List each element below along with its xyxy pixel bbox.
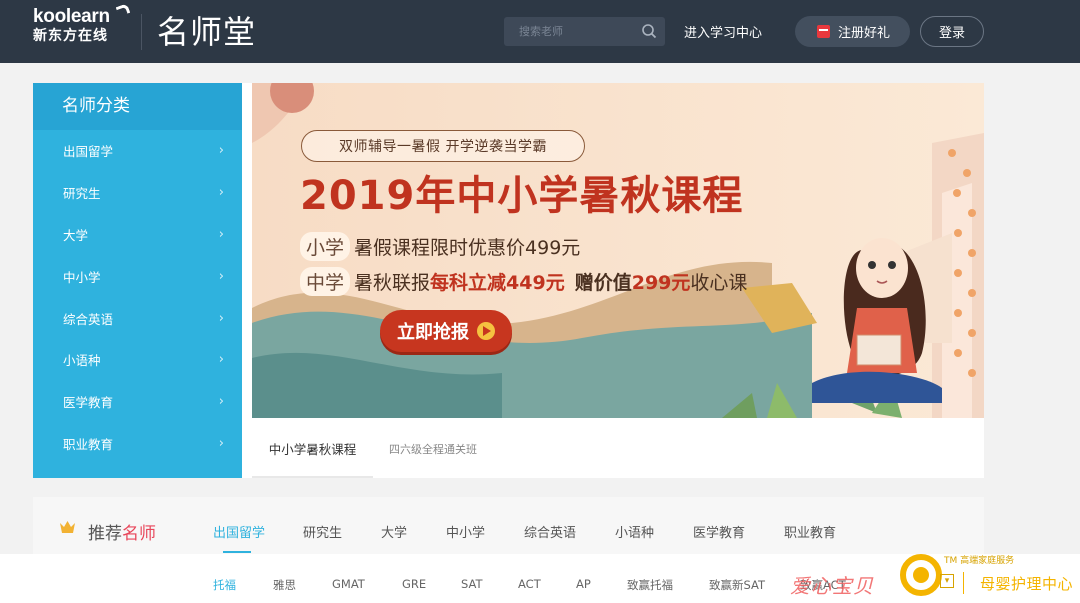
- tab-english[interactable]: 综合英语: [524, 522, 576, 541]
- promo-tag-secondary: 中学: [300, 267, 351, 296]
- login-button[interactable]: 登录: [920, 16, 984, 47]
- sidebar-item-label: 研究生: [63, 186, 101, 202]
- tab-k12[interactable]: 中小学: [446, 522, 485, 541]
- sidebar-item-english[interactable]: 综合英语 ›: [33, 297, 242, 339]
- sidebar-item-label: 医学教育: [63, 395, 114, 411]
- sidebar-item-minor-languages[interactable]: 小语种 ›: [33, 339, 242, 381]
- sidebar-item-label: 中小学: [63, 269, 101, 285]
- search-icon[interactable]: [641, 23, 657, 39]
- promo-text-a: 暑秋联报: [354, 272, 431, 294]
- exam-tab-act[interactable]: ACT: [518, 577, 541, 591]
- promo-text-primary: 暑假课程限时优惠价499元: [354, 237, 581, 259]
- tab-cet-course[interactable]: 四六级全程通关班: [389, 420, 477, 478]
- tab-university[interactable]: 大学: [381, 522, 407, 541]
- sidebar-item-label: 大学: [63, 227, 89, 243]
- crown-icon: [60, 521, 75, 533]
- signup-now-button[interactable]: 立即抢报: [380, 310, 512, 352]
- red-envelope-icon: [817, 25, 830, 38]
- sidebar-item-vocational[interactable]: 职业教育 ›: [33, 423, 242, 465]
- tab-postgraduate[interactable]: 研究生: [303, 522, 342, 541]
- promo-line-secondary: 中学 暑秋联报 每科立减449元 赠价值 299元 收心课: [300, 267, 747, 296]
- koolearn-logo[interactable]: koolearn 新东方在线: [33, 3, 131, 45]
- sidebar-item-label: 出国留学: [63, 144, 114, 160]
- chevron-right-icon: ›: [218, 394, 224, 410]
- promo-text-b: 每科立减449元: [430, 272, 565, 294]
- register-gift-button[interactable]: 注册好礼: [795, 16, 910, 47]
- recommended-teachers-bar: [33, 497, 984, 554]
- exam-tab-sat[interactable]: SAT: [461, 577, 483, 591]
- exam-tab-ap[interactable]: AP: [576, 577, 591, 591]
- promo-tag-primary: 小学: [300, 232, 351, 261]
- sidebar-item-label: 综合英语: [63, 311, 114, 327]
- sidebar-item-medical[interactable]: 医学教育 ›: [33, 381, 242, 423]
- banner-slogan-pill: 双师辅导一暑假 开学逆袭当学霸: [301, 130, 585, 162]
- header-divider: [141, 14, 142, 50]
- chevron-right-icon: ›: [218, 310, 224, 326]
- logo-swoosh-icon: [115, 3, 131, 17]
- search-box: [504, 17, 665, 46]
- exam-tab-gmat[interactable]: GMAT: [332, 577, 365, 591]
- chevron-right-icon: ›: [218, 143, 224, 159]
- promo-banner[interactable]: 双师辅导一暑假 开学逆袭当学霸 2019年中小学暑秋课程 小学 暑假课程限时优惠…: [252, 83, 984, 418]
- watermark-box-icon: ▾: [940, 574, 954, 588]
- chevron-right-icon: ›: [218, 352, 224, 368]
- section-title: 推荐名师: [88, 519, 156, 544]
- tab-vocational[interactable]: 职业教育: [784, 522, 836, 541]
- chevron-right-icon: ›: [218, 185, 224, 201]
- watermark-center-text: 母婴护理中心: [980, 575, 1074, 593]
- promo-line-primary: 小学 暑假课程限时优惠价499元: [300, 232, 580, 261]
- active-tab-underline: [223, 551, 251, 553]
- exam-tab-zhiying-sat[interactable]: 致赢新SAT: [709, 577, 765, 593]
- study-center-link[interactable]: 进入学习中心: [684, 22, 762, 41]
- sidebar-item-university[interactable]: 大学 ›: [33, 214, 242, 256]
- section-title-main: 推荐: [88, 524, 122, 544]
- sidebar-item-k12[interactable]: 中小学 ›: [33, 255, 242, 297]
- chevron-right-icon: ›: [218, 435, 224, 451]
- watermark-text: 爱心宝贝: [790, 574, 874, 598]
- play-icon: [477, 322, 495, 340]
- tab-study-abroad[interactable]: 出国留学: [213, 522, 265, 541]
- sidebar-item-label: 职业教育: [63, 436, 114, 452]
- promo-text-d: 299元: [631, 272, 691, 294]
- chevron-right-icon: ›: [218, 268, 224, 284]
- tab-minor-languages[interactable]: 小语种: [615, 522, 654, 541]
- watermark-tagline: TM 高端家庭服务: [944, 556, 1015, 566]
- top-header: koolearn 新东方在线 名师堂 进入学习中心 注册好礼 登录: [0, 0, 1080, 63]
- register-label: 注册好礼: [838, 26, 891, 41]
- exam-tab-ielts[interactable]: 雅思: [273, 577, 296, 593]
- sidebar-item-label: 小语种: [63, 353, 101, 369]
- watermark-divider: [963, 572, 964, 594]
- exam-tab-zhiying-toefl[interactable]: 致赢托福: [627, 577, 673, 593]
- signup-now-label: 立即抢报: [397, 322, 469, 343]
- chevron-right-icon: ›: [218, 226, 224, 242]
- exam-tab-gre[interactable]: GRE: [402, 577, 426, 591]
- exam-tab-toefl[interactable]: 托福: [213, 577, 236, 593]
- promo-text-e: 收心课: [690, 272, 748, 294]
- brand-title: 名师堂: [157, 13, 257, 51]
- search-input[interactable]: [504, 17, 634, 46]
- sidebar-title: 名师分类: [33, 83, 242, 130]
- sidebar-item-postgraduate[interactable]: 研究生 ›: [33, 172, 242, 214]
- promo-text-c: 赠价值: [574, 272, 632, 294]
- tab-medical[interactable]: 医学教育: [693, 522, 745, 541]
- banner-title: 2019年中小学暑秋课程: [300, 173, 744, 219]
- sidebar-item-study-abroad[interactable]: 出国留学 ›: [33, 130, 242, 172]
- tab-k12-summer-course[interactable]: 中小学暑秋课程: [252, 420, 373, 478]
- logo-english: koolearn: [33, 6, 110, 27]
- category-sidebar: 名师分类 出国留学 › 研究生 › 大学 › 中小学 › 综合英语 › 小语种 …: [33, 83, 242, 478]
- watermark-logo-icon: [900, 554, 942, 596]
- logo-chinese: 新东方在线: [33, 28, 108, 44]
- section-title-accent: 名师: [122, 524, 156, 544]
